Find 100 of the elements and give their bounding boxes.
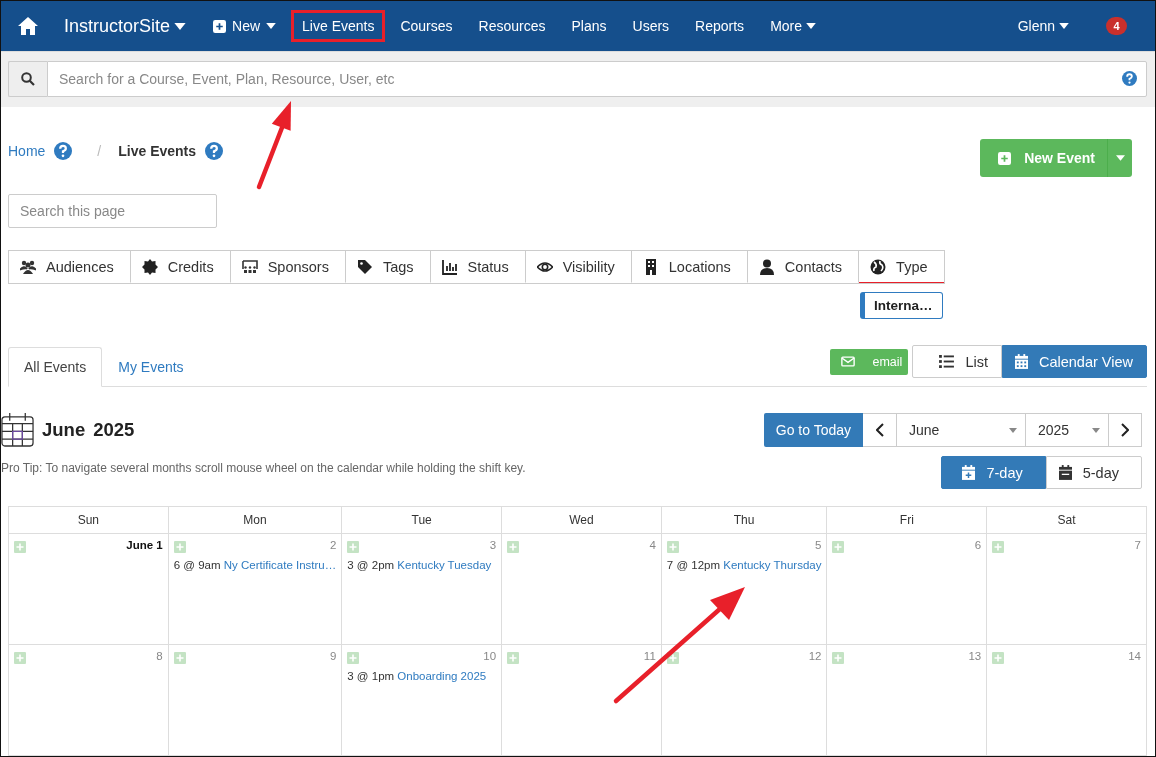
nav-link[interactable]: Live Events	[291, 10, 386, 42]
nav-link[interactable]: Courses	[389, 10, 464, 42]
person-icon	[758, 258, 775, 275]
day-number: 3	[489, 539, 497, 551]
help-icon[interactable]	[205, 142, 224, 160]
day-number: 12	[808, 650, 822, 662]
chevron-left-icon	[875, 423, 884, 437]
view-toggle[interactable]: List	[912, 345, 1002, 378]
nav-link[interactable]: More	[759, 10, 828, 42]
filter-tab[interactable]: Type	[859, 251, 944, 283]
plus-icon	[175, 543, 184, 551]
event-link[interactable]: Kentucky Tuesday	[397, 559, 492, 571]
event-time: 3 @ 1pm	[347, 670, 395, 682]
next-month-button[interactable]	[1108, 413, 1142, 447]
tab[interactable]: My Events	[102, 347, 200, 387]
nav-link[interactable]: Resources	[467, 10, 557, 42]
search-icon	[21, 72, 35, 86]
day-number: 14	[1128, 650, 1141, 662]
plus-icon	[834, 543, 843, 551]
filter-tab[interactable]: Contacts	[747, 251, 860, 283]
plus-icon	[349, 543, 358, 551]
filter-tab[interactable]: Credits	[130, 251, 231, 283]
plus-square-icon	[998, 151, 1012, 165]
filter-tab[interactable]: Sponsors	[230, 251, 346, 283]
chevron-right-icon	[1121, 423, 1129, 437]
nav-link[interactable]: Users	[621, 10, 681, 42]
caret-icon	[1092, 427, 1100, 433]
filter-tab[interactable]: Tags	[345, 251, 431, 283]
day-number: 10	[483, 650, 497, 662]
day-number: 13	[968, 650, 982, 662]
site-menu[interactable]: InstructorSite	[64, 15, 187, 37]
tag-icon	[356, 258, 373, 275]
weekday-header: Wed	[502, 507, 662, 534]
new-menu[interactable]: New	[202, 10, 288, 42]
plus-icon	[349, 654, 358, 662]
home-icon[interactable]	[18, 17, 38, 35]
list-icon	[939, 355, 955, 368]
notification-badge[interactable]: 4	[1106, 17, 1127, 35]
month-title: June	[42, 418, 86, 441]
plus-icon	[509, 543, 518, 551]
breadcrumb-current: Live Events	[118, 143, 197, 159]
caret-icon	[174, 22, 187, 30]
type-filter-chip[interactable]: Interna…	[860, 292, 943, 319]
people-icon	[20, 258, 36, 275]
plus-icon	[668, 654, 677, 662]
previous-month-button[interactable]	[863, 413, 897, 447]
range-toggle[interactable]: 5-day	[1045, 456, 1142, 489]
caret-icon	[266, 23, 277, 29]
user-menu[interactable]: Glenn	[1006, 10, 1080, 42]
weekday-header: Thu	[661, 507, 828, 534]
event-time: 6 @ 9am	[173, 559, 221, 571]
new-event-dropdown[interactable]	[1107, 139, 1132, 177]
range-toggle[interactable]: 7-day	[941, 456, 1046, 489]
weekday-header: Mon	[168, 507, 343, 534]
day-number: June 1	[126, 539, 163, 551]
help-icon[interactable]	[1122, 71, 1137, 86]
day-number: 9	[329, 650, 337, 662]
day-number: 8	[156, 650, 163, 662]
calendar-plus-icon	[962, 465, 976, 480]
pro-tip-text: Pro Tip: To navigate several months scroll mouse wheel on the calendar while holding the shift key.	[1, 461, 526, 475]
weekday-header: Sun	[9, 507, 169, 534]
calendar-icon	[1, 412, 34, 447]
nav-link[interactable]: Plans	[560, 10, 618, 42]
event-link[interactable]: Ny Certificate Instru…	[223, 559, 337, 571]
page-search-field[interactable]: Search this page	[8, 194, 217, 228]
filter-tab[interactable]: Locations	[631, 251, 748, 283]
caret-icon	[1115, 155, 1125, 161]
calendar-icon	[1058, 465, 1072, 480]
view-toggle[interactable]: Calendar View	[1001, 345, 1147, 378]
go-to-today-button[interactable]: Go to Today	[763, 413, 863, 447]
plus-icon	[175, 654, 184, 662]
help-icon[interactable]	[54, 142, 73, 160]
day-number: 4	[649, 539, 656, 551]
plus-square-icon	[213, 19, 227, 33]
badge-icon	[141, 258, 158, 275]
day-number: 6	[974, 539, 982, 551]
event-time: 3 @ 2pm	[347, 559, 395, 571]
global-search-field[interactable]: Search for a Course, Event, Plan, Resource, User, etc	[47, 61, 1147, 97]
breadcrumb-separator: /	[97, 143, 102, 159]
breadcrumb-link[interactable]: Home	[8, 143, 46, 159]
filter-tab[interactable]: Audiences	[9, 251, 131, 283]
globe-icon	[870, 258, 887, 275]
calendar-icon	[1014, 354, 1028, 369]
month-select[interactable]: June	[897, 413, 1026, 447]
nav-link[interactable]: Reports	[684, 10, 756, 42]
plus-icon	[16, 654, 24, 662]
weekday-header: Fri	[827, 507, 988, 534]
presentation-icon	[241, 258, 258, 275]
event-link[interactable]: Kentucky Thursday	[723, 559, 822, 571]
plus-icon	[16, 543, 24, 551]
event-link[interactable]: Onboarding 2025	[397, 670, 487, 682]
day-number: 7	[1134, 539, 1141, 551]
filter-tab[interactable]: Status	[430, 251, 526, 283]
year-select[interactable]: 2025	[1026, 413, 1108, 447]
plus-icon	[509, 654, 518, 662]
bar-chart-icon	[441, 258, 458, 275]
filter-tab[interactable]: Visibility	[525, 251, 632, 283]
tab[interactable]: All Events	[8, 347, 103, 387]
day-number: 5	[815, 539, 822, 551]
day-number: 2	[329, 539, 337, 551]
